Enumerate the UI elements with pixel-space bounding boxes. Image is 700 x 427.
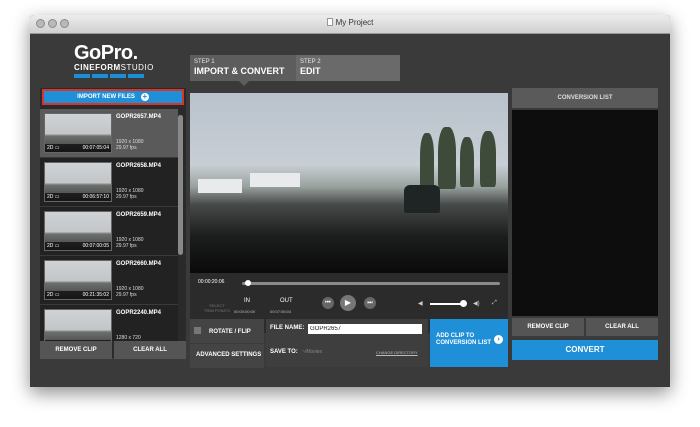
document-icon bbox=[326, 18, 333, 26]
next-frame-icon[interactable]: ⏭ bbox=[364, 297, 376, 309]
remove-clip-button[interactable]: REMOVE CLIP bbox=[40, 341, 112, 359]
fullscreen-icon[interactable]: ⤢ bbox=[492, 300, 497, 307]
clip-thumbnail: 2D ▭ 00:21:35:02 bbox=[44, 260, 112, 300]
clip-thumbnail: 2D ▭ 00:06:57:10 bbox=[44, 162, 112, 202]
timeline-scrubber[interactable] bbox=[242, 282, 500, 285]
tab-step-import[interactable]: STEP 1 IMPORT & CONVERT bbox=[190, 55, 296, 81]
select-trim-label: SELECT TRIM POINTS bbox=[204, 303, 230, 313]
save-to-path: ~/Movies bbox=[302, 349, 323, 355]
clip-thumbnail: 2D ▭ 00:07:05:04 bbox=[44, 113, 112, 153]
car bbox=[404, 185, 440, 213]
arrow-right-icon: › bbox=[494, 335, 503, 344]
clip-fps: 29.97 fps bbox=[116, 243, 137, 249]
clip-thumbnail: 2D ▭00:09:51:00 bbox=[44, 309, 112, 341]
video-preview[interactable] bbox=[190, 93, 508, 273]
app-window: My Project GoPro. CINEFORMSTUDIO STEP 1 … bbox=[30, 15, 670, 387]
clip-list-item[interactable]: 2D ▭ 00:21:35:02 GOPR2660.MP4 1920 x 1080 29… bbox=[40, 256, 180, 305]
rotate-flip-option[interactable]: ROTATE / FLIP bbox=[190, 319, 264, 343]
in-timecode: 00:00:00:00 bbox=[234, 309, 256, 314]
camera-icon: ▭ bbox=[54, 194, 60, 200]
conversion-list-header: CONVERSION LIST bbox=[512, 88, 658, 108]
clear-all-button[interactable]: CLEAR ALL bbox=[114, 341, 186, 359]
clip-list-item[interactable]: 2D ▭ 00:07:00:05 GOPR2659.MP4 1920 x 1080 29… bbox=[40, 207, 180, 256]
conversion-list bbox=[512, 110, 658, 316]
tab-step-edit[interactable]: STEP 2 EDIT bbox=[296, 55, 400, 81]
camera-icon: ▭ bbox=[54, 145, 60, 151]
clip-fps: 29.97 fps bbox=[116, 145, 137, 151]
file-settings: FILE NAME: SAVE TO: ~/Movies CHANGE DIRE… bbox=[266, 319, 428, 367]
clip-name: GOPR2660.MP4 bbox=[116, 261, 162, 267]
clip-fps: 29.97 fps bbox=[116, 194, 137, 200]
conversion-remove-clip-button[interactable]: REMOVE CLIP bbox=[512, 318, 584, 336]
window-title: My Project bbox=[30, 18, 670, 27]
title-bar: My Project bbox=[30, 15, 670, 34]
plus-icon: + bbox=[140, 92, 149, 101]
in-point-button[interactable]: IN bbox=[244, 298, 250, 304]
clip-fps: 29.97 fps bbox=[116, 292, 137, 298]
file-name-input[interactable] bbox=[308, 324, 422, 334]
convert-button[interactable]: CONVERT bbox=[512, 340, 658, 360]
volume-slider[interactable] bbox=[430, 303, 464, 305]
import-new-files-button[interactable]: IMPORT NEW FILES + bbox=[42, 89, 184, 105]
logo-bars bbox=[74, 74, 154, 78]
gopro-logo: GoPro. CINEFORMSTUDIO bbox=[74, 43, 154, 78]
active-step-caret bbox=[239, 81, 249, 86]
previous-frame-icon[interactable]: ⏮ bbox=[322, 297, 334, 309]
clip-name: GOPR2240.MP4 bbox=[116, 310, 162, 316]
clip-name: GOPR2657.MP4 bbox=[116, 114, 162, 120]
clip-name: GOPR2659.MP4 bbox=[116, 212, 162, 218]
camera-icon: ▭ bbox=[54, 292, 60, 298]
camera-icon: ▭ bbox=[54, 243, 60, 249]
out-point-button[interactable]: OUT bbox=[280, 298, 293, 304]
scrubber-handle[interactable] bbox=[244, 280, 251, 286]
volume-high-icon: ◀) bbox=[473, 301, 480, 307]
out-timecode: 00:07:05:04 bbox=[270, 309, 292, 314]
volume-low-icon: ◀ bbox=[418, 301, 423, 307]
play-icon[interactable]: ▶ bbox=[340, 295, 356, 311]
clip-list-item[interactable]: 2D ▭00:09:51:00GOPR2240.MP41280 x 72029.… bbox=[40, 305, 180, 341]
clip-list-item[interactable]: 2D ▭ 00:06:57:10 GOPR2658.MP4 1920 x 1080 29… bbox=[40, 158, 180, 207]
add-clip-to-conversion-list-button[interactable]: ADD CLIP TO CONVERSION LIST › bbox=[430, 319, 508, 367]
rotate-flip-checkbox[interactable] bbox=[194, 327, 201, 334]
clip-name: GOPR2658.MP4 bbox=[116, 163, 162, 169]
advanced-settings-button[interactable]: ADVANCED SETTINGS bbox=[190, 344, 264, 368]
clip-thumbnail: 2D ▭ 00:07:00:05 bbox=[44, 211, 112, 251]
scrollbar-thumb[interactable] bbox=[178, 115, 183, 255]
volume-slider-handle[interactable] bbox=[460, 300, 467, 307]
clip-list: 2D ▭ 00:07:05:04 GOPR2657.MP4 1920 x 1080 29… bbox=[40, 109, 186, 341]
change-directory-link[interactable]: CHANGE DIRECTORY bbox=[376, 350, 418, 355]
clip-list-scrollbar[interactable] bbox=[178, 109, 183, 341]
clip-list-item[interactable]: 2D ▭ 00:07:05:04 GOPR2657.MP4 1920 x 1080 29… bbox=[40, 109, 180, 158]
conversion-clear-all-button[interactable]: CLEAR ALL bbox=[586, 318, 658, 336]
timecode: 00:00:20:06 bbox=[198, 279, 225, 285]
